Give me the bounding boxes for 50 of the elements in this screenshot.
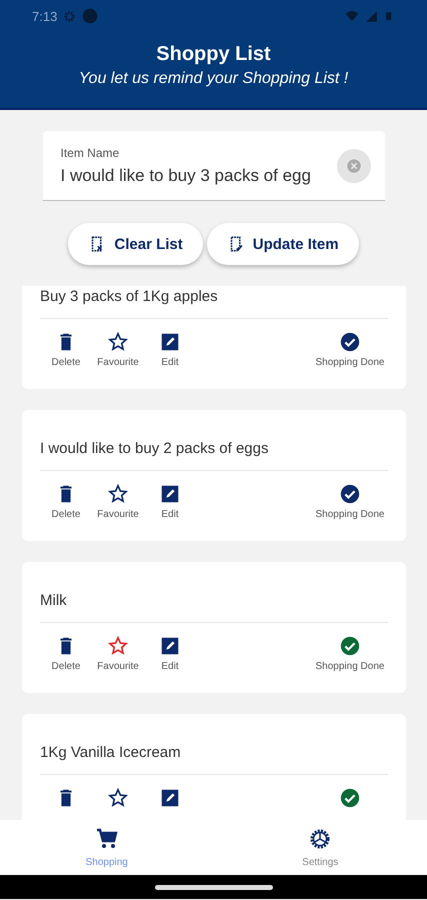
done-button[interactable]: Shopping Done (312, 635, 388, 672)
action-label: Delete (52, 509, 80, 520)
cart-icon (94, 827, 119, 851)
close-icon (346, 158, 362, 174)
action-label: Favourite (97, 509, 139, 520)
action-label: Delete (52, 357, 80, 368)
update-item-button[interactable]: Update Item (206, 223, 359, 265)
edit-icon (159, 787, 181, 809)
edit-button[interactable]: Edit (144, 635, 196, 672)
dot-icon (82, 8, 98, 24)
field-label: Item Name (60, 146, 120, 160)
item-name-field[interactable]: Item Name I would like to buy 3 packs of egg (42, 131, 384, 201)
edit-button[interactable]: Edit (144, 331, 196, 368)
done-button[interactable]: Shopping Done (312, 331, 388, 368)
edit-icon (159, 483, 181, 505)
action-label: Shopping Done (316, 357, 384, 368)
action-label: Edit (161, 661, 179, 672)
action-label: Favourite (97, 357, 139, 368)
action-label: Edit (161, 357, 179, 368)
action-label: Shopping Done (316, 661, 384, 672)
field-value: I would like to buy 3 packs of egg (60, 166, 312, 186)
delete-button[interactable]: Delete (40, 483, 92, 520)
nav-tab[interactable]: Settings (214, 820, 427, 875)
item-text: Buy 3 packs of 1Kg apples (40, 288, 219, 306)
item-text: Milk (40, 592, 68, 610)
edit-icon (159, 635, 181, 657)
done-button[interactable]: Shopping Done (312, 483, 388, 520)
favourite-button[interactable]: Favourite (92, 331, 144, 368)
edit-icon (159, 331, 181, 353)
clear-field-button[interactable] (336, 148, 370, 182)
delete-button[interactable]: Delete (40, 635, 92, 672)
gear-icon (63, 10, 76, 22)
action-label: Edit (161, 509, 179, 520)
wifi-icon (345, 9, 359, 23)
delete-button[interactable]: Delete (40, 331, 92, 368)
app-title: Shoppy List (156, 43, 271, 66)
edit-button[interactable]: Edit (144, 483, 196, 520)
favourite-button[interactable]: Favourite (92, 635, 144, 672)
clear-list-button[interactable]: Clear List (68, 223, 203, 265)
signal-icon (365, 10, 378, 22)
status-time: 7:13 (32, 8, 58, 24)
app-subtitle: You let us remind your Shopping List ! (78, 70, 348, 88)
action-label: Delete (52, 661, 80, 672)
item-text: I would like to buy 2 packs of eggs (40, 440, 270, 458)
settings-icon (308, 827, 332, 851)
favourite-button[interactable]: Favourite (92, 483, 144, 520)
action-label: Shopping Done (316, 509, 384, 520)
home-indicator[interactable] (154, 884, 272, 890)
action-label: Favourite (97, 661, 139, 672)
item-text: 1Kg Vanilla Icecream (40, 744, 182, 762)
